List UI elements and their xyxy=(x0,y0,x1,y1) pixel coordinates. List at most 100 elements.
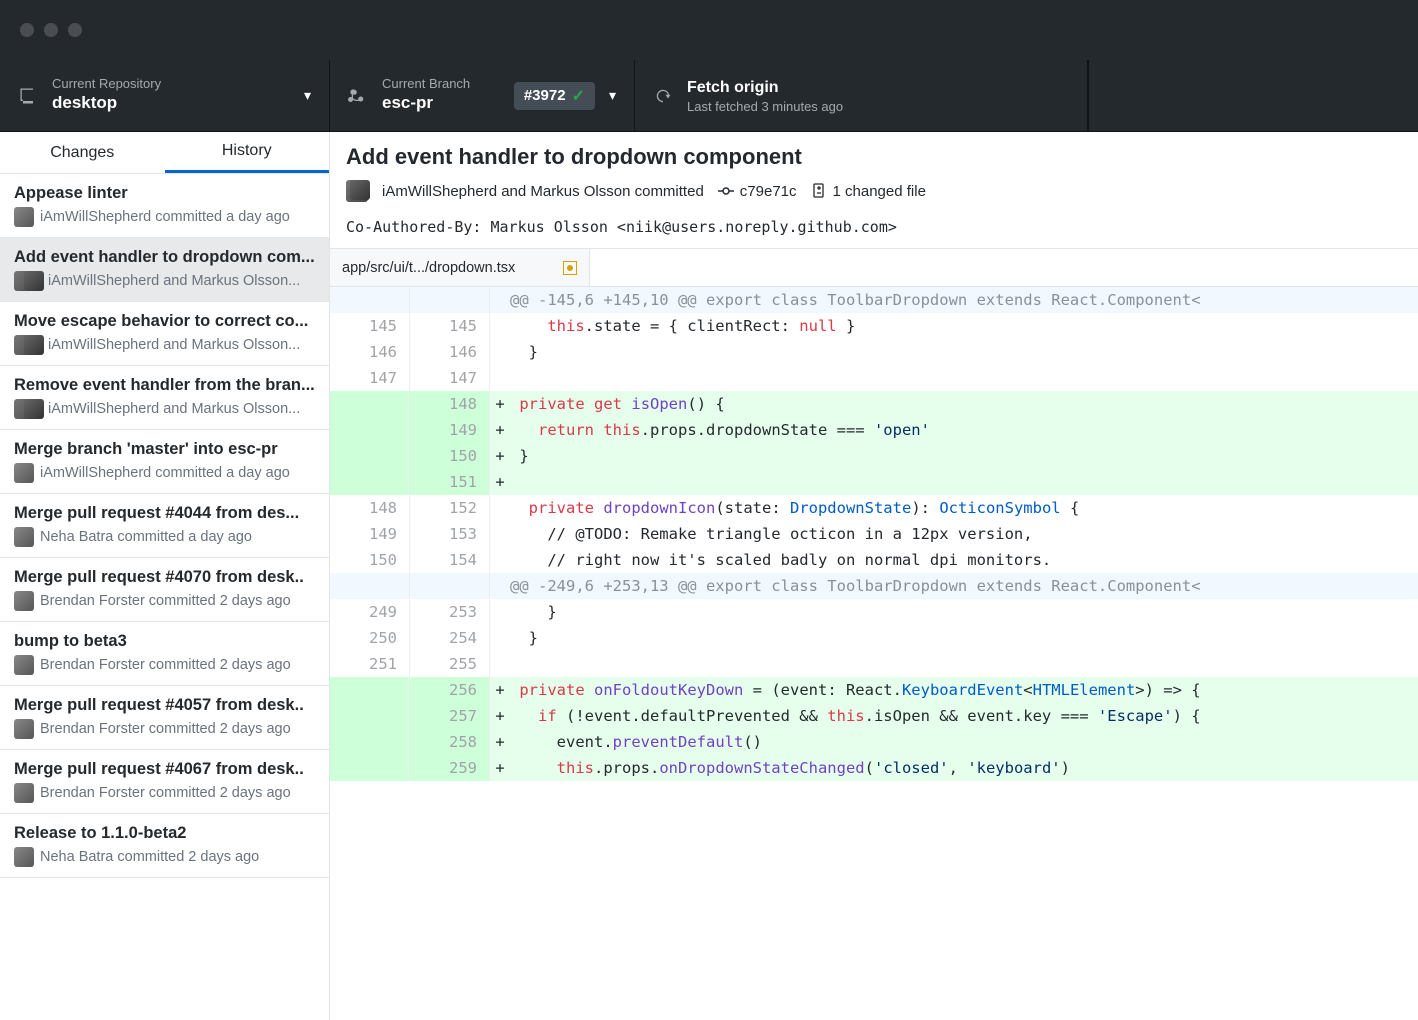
file-modified-icon xyxy=(563,261,577,275)
diff-row: 147147 xyxy=(330,365,1418,391)
commit-item-meta: iAmWillShepherd committed a day ago xyxy=(14,207,315,227)
pr-badge[interactable]: #3972 ✓ xyxy=(514,82,595,110)
commit-header: Add event handler to dropdown component … xyxy=(330,132,1418,212)
sync-icon xyxy=(653,86,673,106)
diff-row: 150154 // right now it's scaled badly on… xyxy=(330,547,1418,573)
commit-item-meta: iAmWillShepherd and Markus Olsson... xyxy=(14,335,315,355)
content-pane: Add event handler to dropdown component … xyxy=(330,132,1418,1020)
commit-body: Co-Authored-By: Markus Olsson <niik@user… xyxy=(330,212,1418,248)
avatar xyxy=(14,271,42,291)
commit-item[interactable]: bump to beta3 Brendan Forster committed 2… xyxy=(0,622,329,686)
commit-item[interactable]: Add event handler to dropdown com... iAmW… xyxy=(0,238,329,302)
sidebar-tabs: Changes History xyxy=(0,132,329,174)
chevron-down-icon: ▾ xyxy=(304,87,311,104)
avatar xyxy=(14,207,34,227)
avatar xyxy=(346,180,368,202)
file-tab[interactable]: app/src/ui/t.../dropdown.tsx xyxy=(330,249,590,287)
close-icon[interactable] xyxy=(20,23,34,37)
commit-item-title: Merge pull request #4044 from des... xyxy=(14,504,315,523)
diff-row: 259+ this.props.onDropdownStateChanged('… xyxy=(330,755,1418,781)
commit-item-title: Add event handler to dropdown com... xyxy=(14,248,315,267)
fetch-button[interactable]: Fetch origin Last fetched 3 minutes ago xyxy=(635,60,1088,131)
avatar xyxy=(14,463,34,483)
avatar xyxy=(14,783,34,803)
diff-row: 249253 } xyxy=(330,599,1418,625)
minimize-icon[interactable] xyxy=(44,23,58,37)
avatar xyxy=(14,527,34,547)
commit-item[interactable]: Release to 1.1.0-beta2 Neha Batra committ… xyxy=(0,814,329,878)
fetch-label: Fetch origin xyxy=(687,77,843,99)
commit-item[interactable]: Appease linter iAmWillShepherd committed … xyxy=(0,174,329,238)
commit-item-title: Move escape behavior to correct co... xyxy=(14,312,315,331)
tab-history[interactable]: History xyxy=(165,132,330,173)
commit-sha: c79e71c xyxy=(718,183,797,200)
sidebar: Changes History Appease linter iAmWillShe… xyxy=(0,132,330,1020)
file-tabs: app/src/ui/t.../dropdown.tsx xyxy=(330,248,1418,287)
commit-item[interactable]: Remove event handler from the bran...iAm… xyxy=(0,366,329,430)
repo-switcher[interactable]: Current Repository desktop ▾ xyxy=(0,60,330,131)
commit-item-title: Appease linter xyxy=(14,184,315,203)
diff-row: 258+ event.preventDefault() xyxy=(330,729,1418,755)
diff-row: 148+ private get isOpen() { xyxy=(330,391,1418,417)
diff-row: 257+ if (!event.defaultPrevented && this… xyxy=(330,703,1418,729)
diff-row: 148152 private dropdownIcon(state: Dropd… xyxy=(330,495,1418,521)
commit-item-meta: Brendan Forster committed 2 days ago xyxy=(14,783,315,803)
diff-row: 149153 // @TODO: Remake triangle octicon… xyxy=(330,521,1418,547)
commit-item-title: Merge pull request #4070 from desk.. xyxy=(14,568,315,587)
branch-label: Current Branch xyxy=(382,76,470,92)
check-icon: ✓ xyxy=(572,86,585,106)
maximize-icon[interactable] xyxy=(68,23,82,37)
commit-item-meta: Brendan Forster committed 2 days ago xyxy=(14,655,315,675)
git-branch-icon xyxy=(348,86,368,106)
commit-item[interactable]: Move escape behavior to correct co... iAm… xyxy=(0,302,329,366)
avatar xyxy=(14,719,34,739)
repo-icon xyxy=(18,86,38,106)
diff-row: 149+ return this.props.dropdownState ===… xyxy=(330,417,1418,443)
toolbar: Current Repository desktop ▾ Current Bra… xyxy=(0,60,1418,132)
commit-item-title: bump to beta3 xyxy=(14,632,315,651)
commit-item[interactable]: Merge pull request #4044 from des... Neha… xyxy=(0,494,329,558)
titlebar xyxy=(0,0,1418,60)
diff-row: 256+ private onFoldoutKeyDown = (event: … xyxy=(330,677,1418,703)
chevron-down-icon: ▾ xyxy=(609,87,616,104)
file-path: app/src/ui/t.../dropdown.tsx xyxy=(342,260,515,276)
commit-item-meta: iAmWillShepherd and Markus Olsson... xyxy=(14,399,315,419)
commit-item[interactable]: Merge branch 'master' into esc-pr iAmWill… xyxy=(0,430,329,494)
commit-item-meta: Brendan Forster committed 2 days ago xyxy=(14,591,315,611)
avatar xyxy=(14,655,34,675)
diff-view[interactable]: @@ -145,6 +145,10 @@ export class Toolba… xyxy=(330,287,1418,1020)
commit-title: Add event handler to dropdown component xyxy=(346,144,1402,170)
avatar xyxy=(14,847,34,867)
branch-name: esc-pr xyxy=(382,91,470,115)
commit-item-meta: Brendan Forster committed 2 days ago xyxy=(14,719,315,739)
commit-item[interactable]: Merge pull request #4067 from desk.. Bren… xyxy=(0,750,329,814)
header-spacer xyxy=(1088,60,1418,131)
commit-item-title: Merge pull request #4067 from desk.. xyxy=(14,760,315,779)
commit-item-title: Merge pull request #4057 from desk.. xyxy=(14,696,315,715)
diff-row: @@ -145,6 +145,10 @@ export class Toolba… xyxy=(330,287,1418,313)
commit-item-title: Merge branch 'master' into esc-pr xyxy=(14,440,315,459)
commit-item-meta: iAmWillShepherd and Markus Olsson... xyxy=(14,271,315,291)
commit-item-meta: iAmWillShepherd committed a day ago xyxy=(14,463,315,483)
diff-row: 151+ xyxy=(330,469,1418,495)
diff-row: 251255 xyxy=(330,651,1418,677)
commit-item[interactable]: Merge pull request #4070 from desk.. Bren… xyxy=(0,558,329,622)
commit-item[interactable]: Merge pull request #4057 from desk.. Bren… xyxy=(0,686,329,750)
commit-authors: iAmWillShepherd and Markus Olsson commit… xyxy=(382,183,704,200)
branch-switcher[interactable]: Current Branch esc-pr #3972 ✓ ▾ xyxy=(330,60,635,131)
fetch-sub: Last fetched 3 minutes ago xyxy=(687,99,843,115)
avatar xyxy=(14,335,42,355)
repo-name: desktop xyxy=(52,91,161,115)
commit-item-meta: Neha Batra committed a day ago xyxy=(14,527,315,547)
commit-item-meta: Neha Batra committed 2 days ago xyxy=(14,847,315,867)
pr-number: #3972 xyxy=(524,87,566,104)
tab-changes[interactable]: Changes xyxy=(0,132,165,173)
commit-item-title: Release to 1.1.0-beta2 xyxy=(14,824,315,843)
diff-row: 250254 } xyxy=(330,625,1418,651)
diff-row: 145145 this.state = { clientRect: null } xyxy=(330,313,1418,339)
commit-icon xyxy=(718,183,734,199)
repo-label: Current Repository xyxy=(52,76,161,92)
diff-row: @@ -249,6 +253,13 @@ export class Toolba… xyxy=(330,573,1418,599)
avatar xyxy=(14,591,34,611)
history-list[interactable]: Appease linter iAmWillShepherd committed … xyxy=(0,174,329,1020)
